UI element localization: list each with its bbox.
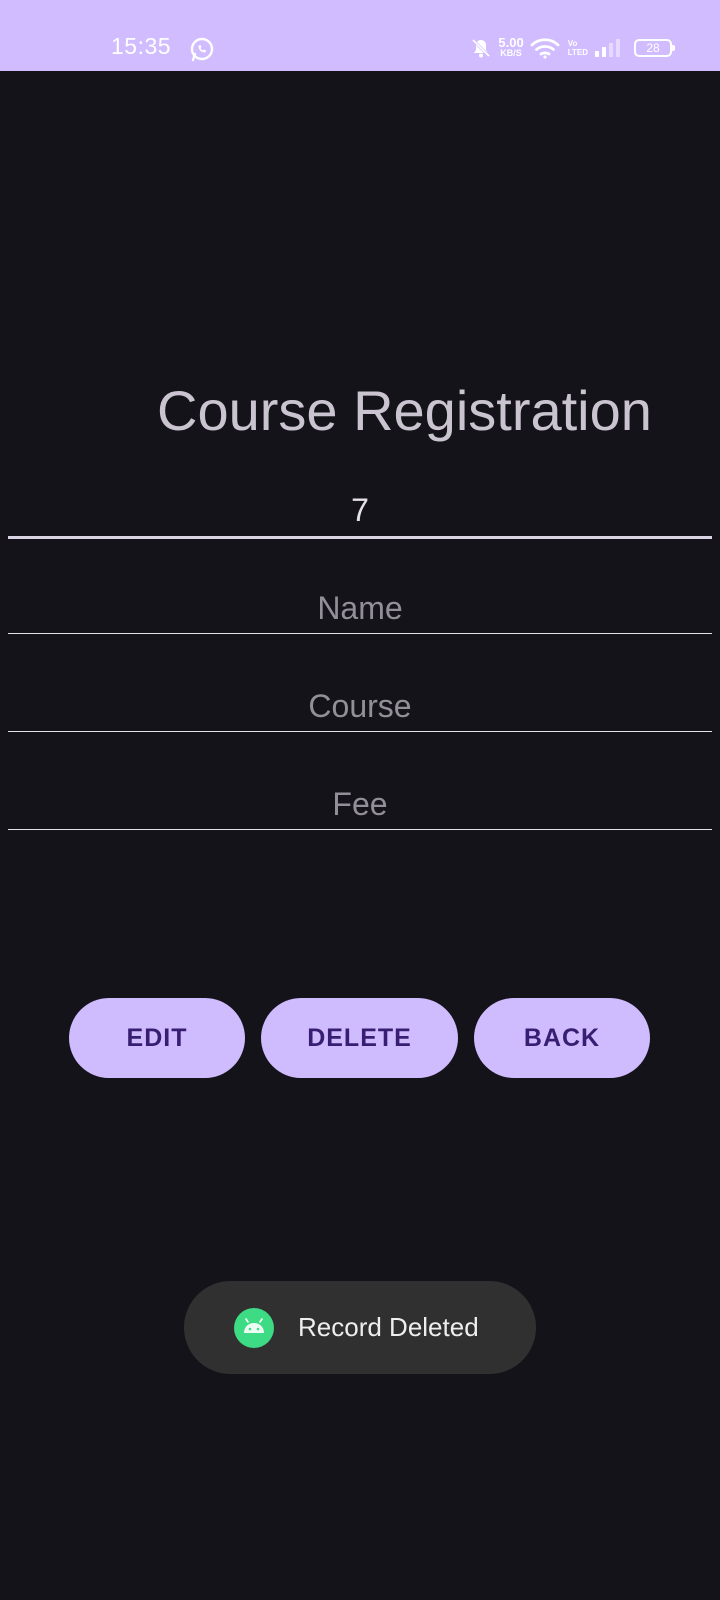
toast-text: Record Deleted	[298, 1312, 479, 1342]
back-button[interactable]: BACK	[474, 998, 650, 1078]
volte-bottom-label: LTED	[567, 48, 588, 57]
network-speed: 5.00 KB/S	[498, 35, 524, 58]
id-input[interactable]	[8, 486, 712, 534]
volte-top-label: Vo	[567, 39, 578, 48]
mute-bell-icon	[472, 38, 491, 58]
toast-message: Record Deleted	[184, 1281, 536, 1374]
android-icon	[234, 1307, 274, 1348]
volte-indicator: Vo LTED	[568, 39, 588, 57]
status-bar: 15:35 5.00 KB/S Vo LTED 28	[0, 0, 720, 71]
fee-field-container	[8, 780, 712, 830]
whatsapp-icon	[190, 37, 214, 62]
battery-indicator: 28	[634, 39, 675, 57]
status-indicators: 5.00 KB/S Vo LTED 28	[470, 34, 675, 62]
id-field-container	[8, 486, 712, 539]
network-speed-value: 5.00	[498, 35, 524, 50]
battery-level: 28	[646, 41, 660, 55]
name-field-container	[8, 584, 712, 634]
fee-input[interactable]	[8, 780, 712, 828]
course-field-container	[8, 682, 712, 732]
network-speed-unit: KB/S	[500, 48, 522, 58]
status-time: 15:35	[111, 33, 172, 59]
wifi-icon	[530, 38, 560, 59]
name-input[interactable]	[8, 584, 712, 632]
page-title: Course Registration	[157, 379, 652, 442]
cell-signal-icon	[595, 39, 620, 57]
course-input[interactable]	[8, 682, 712, 730]
edit-button[interactable]: EDIT	[69, 998, 245, 1078]
delete-button[interactable]: DELETE	[261, 998, 458, 1078]
